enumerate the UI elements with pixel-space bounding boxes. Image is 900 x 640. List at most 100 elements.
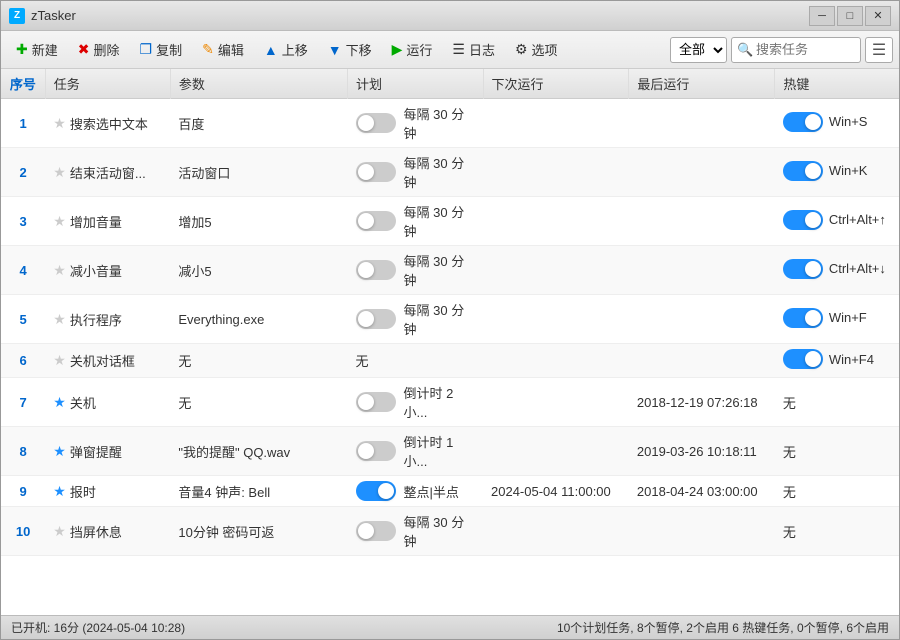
options-label: 选项 — [532, 40, 558, 59]
star-icon[interactable]: ★ — [53, 115, 66, 132]
cell-plan: 无 — [348, 344, 483, 378]
up-button[interactable]: ▲ 上移 — [255, 35, 317, 64]
table-row[interactable]: 2★结束活动窗...活动窗口每隔 30 分钟Win+K — [1, 148, 899, 197]
plan-toggle[interactable] — [356, 521, 396, 541]
maximize-button[interactable]: □ — [837, 6, 863, 26]
task-name: 增加音量 — [70, 212, 122, 231]
table-row[interactable]: 9★报时音量4 钟声: Bell整点|半点2024-05-04 11:00:00… — [1, 476, 899, 507]
cell-seq: 6 — [1, 344, 45, 378]
down-button[interactable]: ▼ 下移 — [319, 35, 381, 64]
cell-param: 10分钟 密码可返 — [170, 507, 347, 556]
cell-next-run — [483, 197, 629, 246]
task-name: 执行程序 — [70, 310, 122, 329]
star-icon[interactable]: ★ — [53, 394, 66, 411]
run-button[interactable]: ▶ 运行 — [383, 35, 442, 64]
filter-select[interactable]: 全部 启用 禁用 — [670, 37, 727, 63]
plan-toggle[interactable] — [356, 162, 396, 182]
table-row[interactable]: 4★减小音量减小5每隔 30 分钟Ctrl+Alt+↓ — [1, 246, 899, 295]
star-icon[interactable]: ★ — [53, 164, 66, 181]
cell-next-run — [483, 507, 629, 556]
cell-next-run — [483, 246, 629, 295]
down-label: 下移 — [346, 40, 372, 59]
new-icon: ✚ — [16, 41, 28, 58]
cell-plan: 每隔 30 分钟 — [348, 99, 483, 148]
star-icon[interactable]: ★ — [53, 311, 66, 328]
hotkey-toggle[interactable] — [783, 349, 823, 369]
header-param: 参数 — [170, 69, 347, 99]
plan-toggle[interactable] — [356, 441, 396, 461]
cell-hotkey: 无 — [775, 427, 899, 476]
table-body: 1★搜索选中文本百度每隔 30 分钟Win+S2★结束活动窗...活动窗口每隔 … — [1, 99, 899, 556]
task-name: 关机对话框 — [70, 351, 135, 370]
cell-seq: 4 — [1, 246, 45, 295]
plan-toggle[interactable] — [356, 392, 396, 412]
table-row[interactable]: 5★执行程序Everything.exe每隔 30 分钟Win+F — [1, 295, 899, 344]
cell-next-run — [483, 427, 629, 476]
menu-icon-button[interactable]: ☰ — [865, 37, 893, 63]
task-name: 挡屏休息 — [70, 522, 122, 541]
cell-plan: 倒计时 2小... — [348, 378, 483, 427]
cell-seq: 7 — [1, 378, 45, 427]
cell-plan: 整点|半点 — [348, 476, 483, 507]
cell-hotkey: 无 — [775, 476, 899, 507]
edit-label: 编辑 — [218, 40, 244, 59]
plan-toggle[interactable] — [356, 211, 396, 231]
plan-text: 每隔 30 分钟 — [404, 512, 475, 550]
edit-button[interactable]: ✎ 编辑 — [193, 35, 253, 64]
cell-last-run — [629, 344, 775, 378]
delete-button[interactable]: ✖ 删除 — [69, 35, 129, 64]
cell-hotkey: Win+F4 — [775, 344, 899, 378]
star-icon[interactable]: ★ — [53, 483, 66, 500]
log-label: 日志 — [469, 40, 495, 59]
cell-task: ★执行程序 — [45, 295, 170, 344]
cell-seq: 2 — [1, 148, 45, 197]
minimize-button[interactable]: ─ — [809, 6, 835, 26]
table-row[interactable]: 8★弹窗提醒"我的提醒" QQ.wav倒计时 1小...2019-03-26 1… — [1, 427, 899, 476]
cell-plan: 每隔 30 分钟 — [348, 148, 483, 197]
cell-task: ★关机对话框 — [45, 344, 170, 378]
table-row[interactable]: 7★关机无倒计时 2小...2018-12-19 07:26:18无 — [1, 378, 899, 427]
cell-param: "我的提醒" QQ.wav — [170, 427, 347, 476]
plan-toggle[interactable] — [356, 260, 396, 280]
hotkey-toggle[interactable] — [783, 259, 823, 279]
hotkey-toggle[interactable] — [783, 308, 823, 328]
star-icon[interactable]: ★ — [53, 262, 66, 279]
close-button[interactable]: ✕ — [865, 6, 891, 26]
cell-param: 无 — [170, 344, 347, 378]
plan-toggle[interactable] — [356, 113, 396, 133]
table-row[interactable]: 1★搜索选中文本百度每隔 30 分钟Win+S — [1, 99, 899, 148]
star-icon[interactable]: ★ — [53, 443, 66, 460]
hotkey-toggle[interactable] — [783, 112, 823, 132]
table-row[interactable]: 3★增加音量增加5每隔 30 分钟Ctrl+Alt+↑ — [1, 197, 899, 246]
cell-last-run — [629, 295, 775, 344]
hotkey-text: Win+F4 — [829, 352, 874, 367]
star-icon[interactable]: ★ — [53, 523, 66, 540]
log-button[interactable]: ☰ 日志 — [443, 35, 504, 64]
cell-last-run — [629, 99, 775, 148]
log-icon: ☰ — [452, 41, 465, 58]
plan-toggle[interactable] — [356, 481, 396, 501]
app-title: zTasker — [31, 8, 809, 23]
table-row[interactable]: 10★挡屏休息10分钟 密码可返每隔 30 分钟无 — [1, 507, 899, 556]
new-button[interactable]: ✚ 新建 — [7, 35, 67, 64]
cell-task: ★减小音量 — [45, 246, 170, 295]
options-button[interactable]: ⚙ 选项 — [506, 35, 567, 64]
cell-seq: 3 — [1, 197, 45, 246]
cell-hotkey: Win+S — [775, 99, 899, 148]
cell-next-run — [483, 99, 629, 148]
star-icon[interactable]: ★ — [53, 352, 66, 369]
run-icon: ▶ — [392, 41, 403, 58]
plan-text: 倒计时 1小... — [404, 432, 475, 470]
cell-seq: 1 — [1, 99, 45, 148]
copy-button[interactable]: ❐ 复制 — [131, 35, 192, 64]
cell-hotkey: Win+K — [775, 148, 899, 197]
hotkey-toggle[interactable] — [783, 210, 823, 230]
hotkey-toggle[interactable] — [783, 161, 823, 181]
plan-toggle[interactable] — [356, 309, 396, 329]
plan-text: 每隔 30 分钟 — [404, 251, 475, 289]
star-icon[interactable]: ★ — [53, 213, 66, 230]
table-row[interactable]: 6★关机对话框无无Win+F4 — [1, 344, 899, 378]
cell-plan: 每隔 30 分钟 — [348, 246, 483, 295]
table-container: 序号 任务 参数 计划 下次运行 最后运行 热键 1★搜索选中文本百度每隔 30… — [1, 69, 899, 615]
search-input[interactable] — [731, 37, 861, 63]
